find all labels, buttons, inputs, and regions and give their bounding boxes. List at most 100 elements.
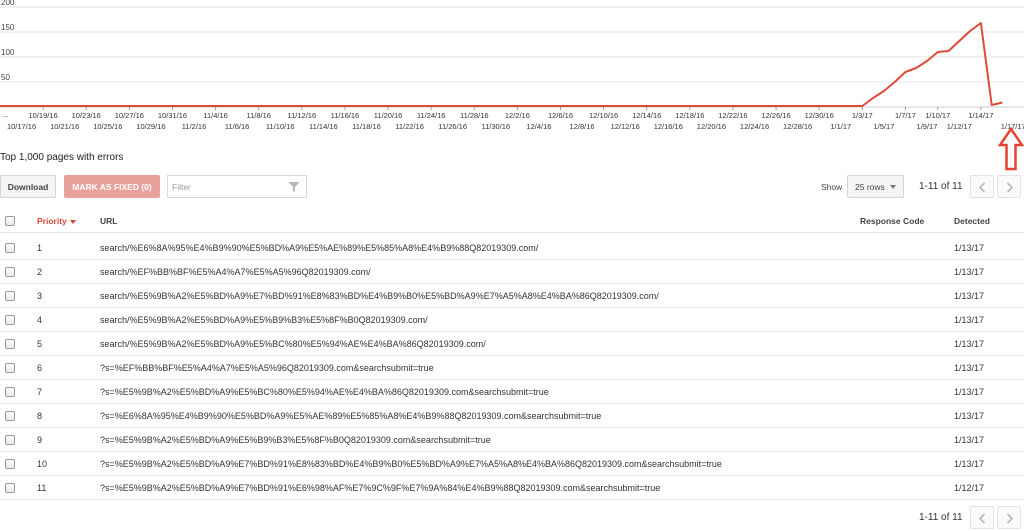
row-select-checkbox[interactable] — [5, 267, 15, 277]
table-row[interactable]: 5 search/%E5%9B%A2%E5%BD%A9%E5%BC%80%E5%9… — [0, 333, 1024, 356]
x-tick-label: 12/6/16 — [548, 111, 573, 120]
x-tick-label: 11/30/16 — [482, 122, 511, 131]
row-detected-date: 1/13/17 — [954, 459, 985, 469]
bottom-pager-range-text: 1-11 of 11 — [919, 512, 963, 523]
table-row[interactable]: 2 search/%EF%BB%BF%E5%A4%A7%E5%A5%96Q8201… — [0, 261, 1024, 284]
table-row[interactable]: 6 ?s=%EF%BB%BF%E5%A4%A7%E5%A5%96Q82019309… — [0, 357, 1024, 380]
row-priority: 5 — [37, 339, 43, 349]
x-tick-label: 11/6/16 — [225, 122, 249, 131]
row-priority: 11 — [37, 483, 47, 493]
x-tick-label: 10/27/16 — [115, 111, 144, 120]
row-detected-date: 1/13/17 — [954, 315, 985, 325]
x-tick-label: 11/8/16 — [246, 111, 270, 120]
url-column-header[interactable]: URL — [100, 210, 117, 233]
x-tick-label: 11/16/16 — [331, 111, 360, 120]
x-tick-label: 1/3/17 — [852, 111, 873, 120]
row-priority: 10 — [37, 459, 48, 469]
x-tick-label: 12/26/16 — [761, 111, 790, 120]
x-tick-label: 11/4/16 — [203, 111, 227, 120]
row-select-checkbox[interactable] — [5, 387, 15, 397]
row-detected-date: 1/13/17 — [954, 339, 985, 349]
row-url-link[interactable]: search/%E5%9B%A2%E5%BD%A9%E7%BD%91%E8%83… — [100, 285, 850, 308]
row-priority: 1 — [37, 243, 43, 253]
filter-input[interactable] — [168, 176, 286, 197]
row-detected-date: 1/13/17 — [954, 363, 985, 373]
y-tick-label: 200 — [1, 0, 15, 7]
row-detected-date: 1/12/17 — [954, 483, 985, 493]
row-detected-date: 1/13/17 — [954, 267, 985, 277]
row-url-link[interactable]: ?s=%E5%9B%A2%E5%BD%A9%E5%B9%B3%E5%8F%B0Q… — [100, 429, 850, 452]
x-tick-label: 12/2/16 — [505, 111, 530, 120]
pager-range-text: 1-11 of 11 — [919, 181, 963, 192]
bottom-previous-page-button[interactable] — [970, 506, 994, 529]
row-priority: 4 — [37, 315, 43, 325]
row-select-checkbox[interactable] — [5, 435, 15, 445]
x-tick-label: 12/12/16 — [611, 122, 640, 131]
row-url-link[interactable]: ?s=%E6%8A%95%E4%B9%90%E5%BD%A9%E5%AE%89%… — [100, 405, 850, 428]
table-row[interactable]: 11 ?s=%E5%9B%A2%E5%BD%A9%E7%BD%91%E6%98%A… — [0, 477, 1024, 500]
bottom-next-page-button[interactable] — [997, 506, 1021, 529]
table-toolbar: Download MARK AS FIXED (0) Show 25 rows … — [0, 175, 1024, 199]
row-priority: 9 — [37, 435, 43, 445]
table-row[interactable]: 8 ?s=%E6%8A%95%E4%B9%90%E5%BD%A9%E5%AE%89… — [0, 405, 1024, 428]
x-tick-label: 12/28/16 — [783, 122, 812, 131]
row-priority: 8 — [37, 411, 43, 421]
next-page-button[interactable] — [997, 175, 1021, 198]
table-row[interactable]: 4 search/%E5%9B%A2%E5%BD%A9%E5%B9%B3%E5%8… — [0, 309, 1024, 332]
row-select-checkbox[interactable] — [5, 291, 15, 301]
x-tick-label: 12/4/16 — [526, 122, 551, 131]
row-url-link[interactable]: search/%E5%9B%A2%E5%BD%A9%E5%BC%80%E5%94… — [100, 333, 850, 356]
row-select-checkbox[interactable] — [5, 315, 15, 325]
priority-column-header[interactable]: Priority — [37, 210, 76, 233]
detected-column-header[interactable]: Detected — [954, 210, 990, 233]
row-select-checkbox[interactable] — [5, 243, 15, 253]
download-button[interactable]: Download — [0, 175, 56, 198]
row-url-link[interactable]: ?s=%E5%9B%A2%E5%BD%A9%E7%BD%91%E8%83%BD%… — [100, 453, 850, 476]
select-all-checkbox[interactable] — [5, 216, 15, 226]
x-tick-label: 1/10/17 — [925, 111, 950, 120]
x-tick-label: 11/22/16 — [395, 122, 424, 131]
x-tick-label: 1/14/17 — [968, 111, 993, 120]
x-tick-label: 10/23/16 — [72, 111, 101, 120]
errors-line-chart: 200 150 100 50... 10/19/16 10/23/16 10/27/16 10… — [0, 0, 1024, 131]
row-select-checkbox[interactable] — [5, 483, 15, 493]
row-url-link[interactable]: search/%EF%BB%BF%E5%A4%A7%E5%A5%96Q82019… — [100, 261, 850, 284]
row-url-link[interactable]: search/%E6%8A%95%E4%B9%90%E5%BD%A9%E5%AE… — [100, 237, 850, 260]
previous-page-button[interactable] — [970, 175, 994, 198]
row-url-link[interactable]: ?s=%E5%9B%A2%E5%BD%A9%E7%BD%91%E6%98%AF%… — [100, 477, 850, 500]
row-select-checkbox[interactable] — [5, 411, 15, 421]
row-url-link[interactable]: ?s=%E5%9B%A2%E5%BD%A9%E5%BC%80%E5%94%AE%… — [100, 381, 850, 404]
x-tick-label: 12/16/16 — [654, 122, 683, 131]
table-row[interactable]: 10 ?s=%E5%9B%A2%E5%BD%A9%E7%BD%91%E8%83%B… — [0, 453, 1024, 476]
table-row[interactable]: 1 search/%E6%8A%95%E4%B9%90%E5%BD%A9%E5%A… — [0, 237, 1024, 260]
x-tick-label: 11/18/16 — [352, 122, 381, 131]
row-url-link[interactable]: search/%E5%9B%A2%E5%BD%A9%E5%B9%B3%E5%8F… — [100, 309, 850, 332]
row-select-checkbox[interactable] — [5, 363, 15, 373]
x-tick-label: 11/28/16 — [460, 111, 489, 120]
row-select-checkbox[interactable] — [5, 459, 15, 469]
chevron-left-icon — [978, 513, 986, 524]
x-tick-label: 1/1/17 — [830, 122, 851, 131]
table-header-row: Priority URL Response Code Detected — [0, 210, 1024, 233]
show-rows-label: Show — [821, 182, 843, 192]
x-tick-label: 10/25/16 — [93, 122, 122, 131]
response-code-column-header[interactable]: Response Code — [860, 210, 924, 233]
chevron-down-icon — [890, 185, 896, 189]
row-detected-date: 1/13/17 — [954, 387, 985, 397]
x-tick-label: 1/9/17 — [917, 122, 938, 131]
row-select-checkbox[interactable] — [5, 339, 15, 349]
x-tick-label: 12/30/16 — [805, 111, 834, 120]
x-tick-label: 12/22/16 — [718, 111, 747, 120]
rows-per-page-select[interactable]: 25 rows — [847, 175, 904, 198]
table-row[interactable]: 9 ?s=%E5%9B%A2%E5%BD%A9%E5%B9%B3%E5%8F%B0… — [0, 429, 1024, 452]
table-row[interactable]: 7 ?s=%E5%9B%A2%E5%BD%A9%E5%BC%80%E5%94%AE… — [0, 381, 1024, 404]
row-url-link[interactable]: ?s=%EF%BB%BF%E5%A4%A7%E5%A5%96Q82019309.… — [100, 357, 850, 380]
row-detected-date: 1/13/17 — [954, 435, 985, 445]
filter-funnel-icon[interactable] — [288, 181, 300, 193]
x-tick-label: 11/20/16 — [374, 111, 403, 120]
filter-field[interactable] — [167, 175, 307, 198]
mark-as-fixed-button[interactable]: MARK AS FIXED (0) — [64, 175, 160, 198]
table-row[interactable]: 3 search/%E5%9B%A2%E5%BD%A9%E7%BD%91%E8%8… — [0, 285, 1024, 308]
x-tick-label: 10/29/16 — [136, 122, 165, 131]
up-arrow-annotation-icon — [998, 127, 1024, 171]
